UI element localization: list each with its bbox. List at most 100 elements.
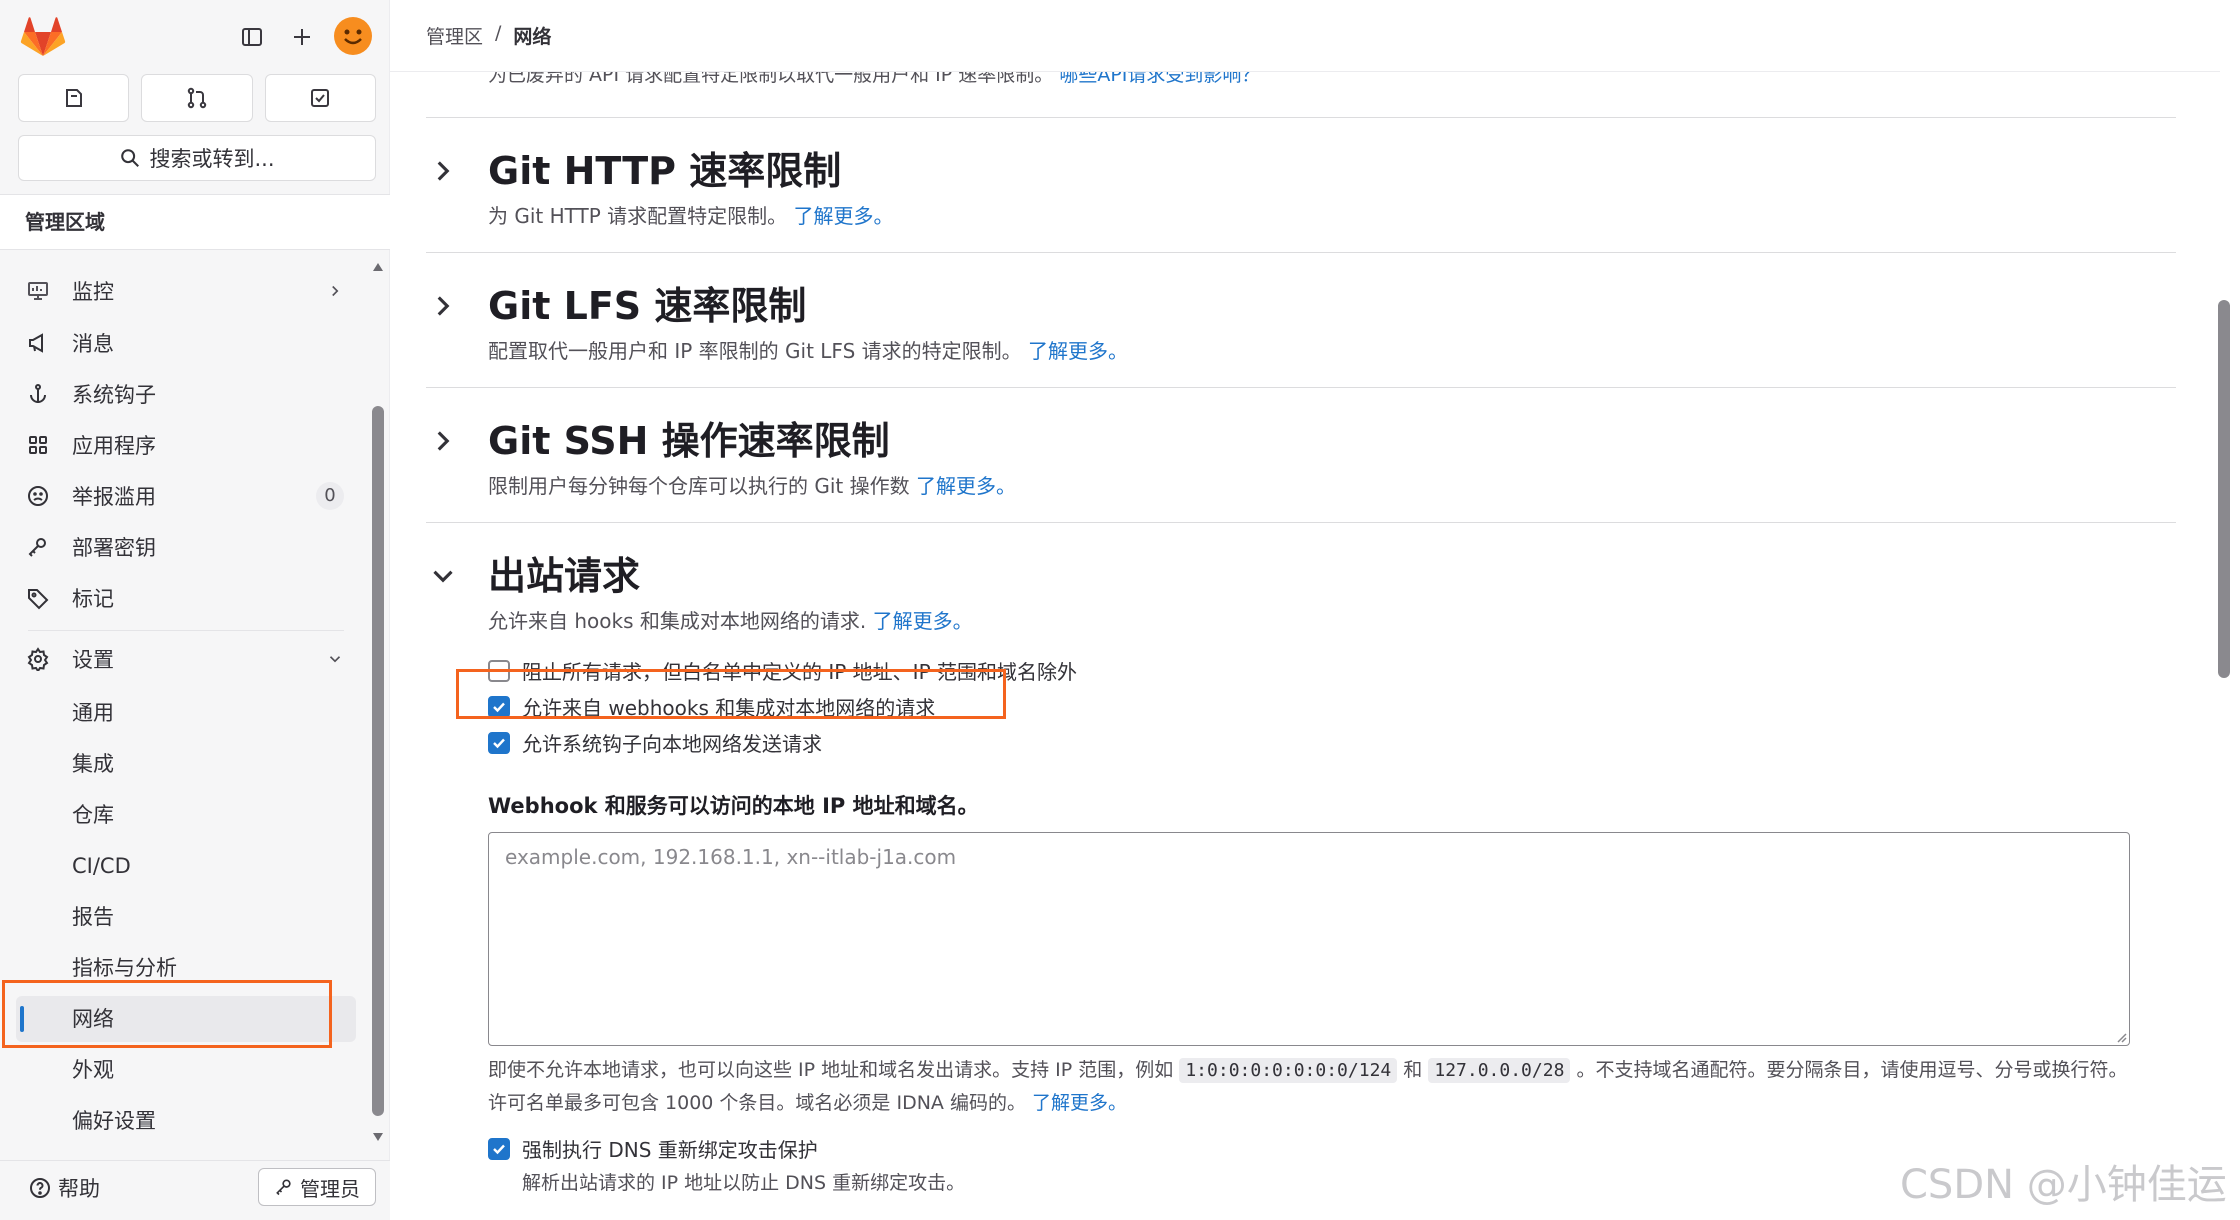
gitlab-logo-icon[interactable]	[20, 16, 66, 58]
monitor-icon	[26, 279, 60, 303]
plus-icon	[290, 25, 314, 49]
learn-more-link[interactable]: 了解更多。	[1028, 339, 1128, 363]
key-icon	[26, 535, 60, 559]
grid-icon	[26, 433, 60, 457]
create-new-button[interactable]	[282, 17, 322, 57]
sidebar-item-labels[interactable]: 标记	[16, 575, 356, 621]
section-title[interactable]: Git SSH 操作速率限制	[488, 410, 890, 465]
allowlist-help-text: 即使不允许本地请求，也可以向这些 IP 地址和域名发出请求。支持 IP 范围，例…	[488, 1058, 2128, 1114]
allowlist-label: Webhook 和服务可以访问的本地 IP 地址和域名。	[488, 794, 979, 818]
chevron-right-icon[interactable]	[426, 289, 460, 323]
chevron-right-icon[interactable]	[426, 154, 460, 188]
sidebar-item-label: 举报滥用	[72, 485, 156, 509]
code-example-ipv4: 127.0.0.0/28	[1428, 1058, 1571, 1083]
merge-request-icon	[185, 86, 209, 110]
sidebar-scroll-thumb[interactable]	[372, 406, 384, 1116]
checkbox-label: 强制执行 DNS 重新绑定攻击保护	[522, 1138, 818, 1162]
search-icon	[119, 147, 141, 169]
issues-button[interactable]	[18, 74, 130, 122]
sidebar-item-messages[interactable]: 消息	[16, 320, 356, 366]
search-label: 搜索或转到...	[149, 147, 275, 171]
sidebar-toggle-icon	[240, 25, 264, 49]
dns-rebinding-checkbox-row[interactable]: 强制执行 DNS 重新绑定攻击保护	[488, 1134, 818, 1163]
main-scrollbar[interactable]	[2214, 0, 2234, 1220]
dns-rebinding-hint: 解析出站请求的 IP 地址以防止 DNS 重新绑定攻击。	[522, 1172, 966, 1194]
section-description: 配置取代一般用户和 IP 率限制的 Git LFS 请求的特定限制。 了解更多。	[488, 339, 1128, 363]
chevron-right-icon[interactable]	[426, 424, 460, 458]
todo-icon	[308, 86, 332, 110]
sidebar-subitem-reporting[interactable]: 报告	[16, 894, 356, 940]
sidebar-subitem-cicd[interactable]: CI/CD	[16, 843, 356, 889]
sidebar-subitem-appearance[interactable]: 外观	[16, 1047, 356, 1093]
section-description: 为 Git HTTP 请求配置特定限制。 了解更多。	[488, 204, 894, 228]
breadcrumb-separator: /	[495, 22, 502, 44]
learn-more-link[interactable]: 了解更多。	[1032, 1092, 1127, 1114]
breadcrumb-parent[interactable]: 管理区	[426, 22, 483, 49]
sidebar-item-settings[interactable]: 设置	[16, 636, 356, 682]
sidebar-top	[0, 0, 390, 74]
section-description: 限制用户每分钟每个仓库可以执行的 Git 操作数 了解更多。	[488, 474, 1016, 498]
label-icon	[26, 586, 60, 610]
section-title[interactable]: Git LFS 速率限制	[488, 275, 806, 330]
sidebar-subitem-repository[interactable]: 仓库	[16, 792, 356, 838]
main-content: 为已废弃的 API 请求配置特定限制以取代一般用户和 IP 速率限制。 哪些AP…	[390, 72, 2220, 1220]
sidebar-scrollbar[interactable]	[370, 262, 386, 1142]
main-scroll-thumb[interactable]	[2218, 300, 2230, 678]
admin-label: 管理员	[300, 1176, 360, 1201]
sidebar-item-applications[interactable]: 应用程序	[16, 422, 356, 468]
sidebar-item-monitoring[interactable]: 监控	[16, 268, 356, 314]
gear-icon	[26, 647, 60, 671]
learn-more-link[interactable]: 了解更多。	[794, 204, 894, 228]
user-avatar[interactable]	[334, 17, 372, 55]
allowlist-textarea[interactable]: example.com, 192.168.1.1, xn--itlab-j1a.…	[488, 832, 2130, 1046]
learn-more-link[interactable]: 了解更多。	[916, 474, 1016, 498]
scroll-down-icon[interactable]	[372, 1132, 384, 1142]
breadcrumb-current: 网络	[513, 26, 552, 48]
resize-handle-icon[interactable]	[2115, 1031, 2127, 1043]
search-button[interactable]: 搜索或转到...	[18, 135, 376, 181]
admin-area-title: 管理区域	[0, 194, 390, 250]
learn-more-link[interactable]: 了解更多。	[873, 609, 973, 633]
toggle-sidebar-button[interactable]	[232, 17, 272, 57]
sidebar-subitem-general[interactable]: 通用	[16, 690, 356, 736]
chevron-right-icon	[326, 282, 344, 300]
affected-api-link[interactable]: 哪些API请求受到影响？	[1059, 72, 1260, 86]
section-description: 允许来自 hooks 和集成对本地网络的请求. 了解更多。	[488, 609, 973, 633]
breadcrumb: 管理区 / 网络	[426, 22, 551, 49]
sidebar-item-abuse-reports[interactable]: 举报滥用 0	[16, 473, 356, 519]
partial-description: 为已废弃的 API 请求配置特定限制以取代一般用户和 IP 速率限制。 哪些AP…	[488, 72, 1260, 87]
section-title[interactable]: 出站请求	[488, 545, 640, 600]
count-badge: 0	[316, 482, 344, 510]
section-divider	[426, 252, 2176, 253]
section-divider	[426, 387, 2176, 388]
allowlist-placeholder: example.com, 192.168.1.1, xn--itlab-j1a.…	[505, 845, 957, 869]
sidebar-item-deploy-keys[interactable]: 部署密钥	[16, 524, 356, 570]
nav-divider	[28, 630, 344, 631]
dns-rebinding-checkbox[interactable]	[488, 1137, 510, 1160]
sidebar-item-label: 部署密钥	[72, 536, 156, 560]
allow-system-hooks-checkbox-row[interactable]: 允许系统钩子向本地网络发送请求	[488, 728, 822, 757]
admin-mode-button[interactable]: 管理员	[258, 1168, 376, 1206]
section-title[interactable]: Git HTTP 速率限制	[488, 140, 841, 195]
sidebar-subitem-integrations[interactable]: 集成	[16, 741, 356, 787]
sidebar-item-system-hooks[interactable]: 系统钩子	[16, 371, 356, 417]
megaphone-icon	[26, 331, 60, 355]
sidebar: 搜索或转到... 管理区域 监控 消息 系统钩子 应用程序 举报滥用 0 部署密…	[0, 0, 390, 1220]
todos-button[interactable]	[264, 74, 376, 122]
scroll-up-icon[interactable]	[372, 262, 384, 272]
watermark: CSDN @小钟佳运	[1900, 1162, 2227, 1208]
sidebar-subitem-preferences[interactable]: 偏好设置	[16, 1098, 356, 1144]
sidebar-item-label: 监控	[72, 280, 114, 304]
sidebar-item-label: 系统钩子	[72, 383, 156, 407]
admin-key-icon	[274, 1177, 294, 1197]
merge-requests-button[interactable]	[141, 74, 253, 122]
chevron-down-icon[interactable]	[426, 559, 460, 593]
section-divider	[426, 522, 2176, 523]
highlight-box-webhooks	[456, 669, 1006, 719]
help-label: 帮助	[58, 1177, 100, 1201]
question-icon	[28, 1176, 52, 1200]
anchor-icon	[26, 382, 60, 406]
help-button[interactable]: 帮助	[28, 1173, 100, 1203]
checkbox-label: 允许系统钩子向本地网络发送请求	[522, 732, 822, 756]
allow-system-hooks-checkbox[interactable]	[488, 731, 510, 754]
